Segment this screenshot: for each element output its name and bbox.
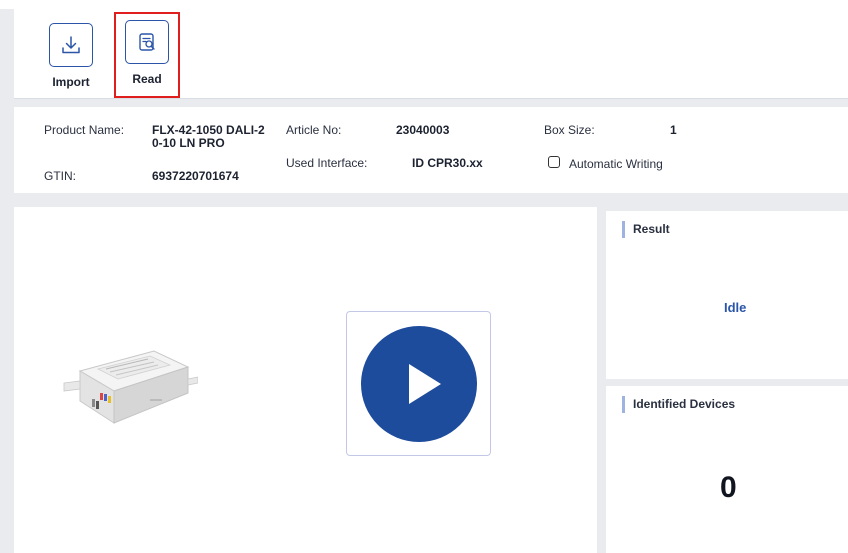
product-name-line2: 0-10 LN PRO	[152, 136, 225, 150]
gtin-value: 6937220701674	[152, 169, 239, 183]
automatic-writing-label[interactable]: Automatic Writing	[569, 157, 663, 171]
start-play-button[interactable]	[346, 311, 491, 456]
document-search-icon	[125, 20, 169, 64]
import-label: Import	[52, 75, 90, 89]
result-title-bar	[622, 221, 625, 238]
identified-devices-title: Identified Devices	[633, 397, 736, 411]
identified-devices-card: Identified Devices 0	[606, 386, 848, 553]
play-icon	[361, 326, 477, 442]
read-button[interactable]: Read	[114, 12, 180, 98]
product-info-panel: Product Name: FLX-42-1050 DALI-2 0-10 LN…	[14, 107, 848, 193]
devices-title-bar	[622, 396, 625, 413]
read-label: Read	[132, 72, 162, 86]
result-title: Result	[633, 222, 670, 236]
automatic-writing-checkbox[interactable]	[548, 156, 560, 168]
product-image	[58, 349, 199, 434]
top-strip	[0, 0, 848, 9]
result-card: Result Idle	[606, 211, 848, 379]
used-interface-key: Used Interface:	[286, 156, 368, 170]
identified-devices-count: 0	[720, 471, 737, 504]
main-panel	[14, 207, 597, 553]
import-button[interactable]: Import	[38, 17, 104, 97]
box-size-value: 1	[670, 123, 677, 137]
box-size-key: Box Size:	[544, 123, 595, 137]
article-no-key: Article No:	[286, 123, 342, 137]
product-name-line1: FLX-42-1050 DALI-2	[152, 123, 265, 137]
article-no-value: 23040003	[396, 123, 450, 137]
result-status: Idle	[724, 300, 747, 315]
product-name-key: Product Name:	[44, 123, 125, 137]
download-icon	[49, 23, 93, 67]
gtin-key: GTIN:	[44, 169, 76, 183]
used-interface-value: ID CPR30.xx	[412, 156, 483, 170]
toolbar: Import Read	[14, 9, 848, 99]
